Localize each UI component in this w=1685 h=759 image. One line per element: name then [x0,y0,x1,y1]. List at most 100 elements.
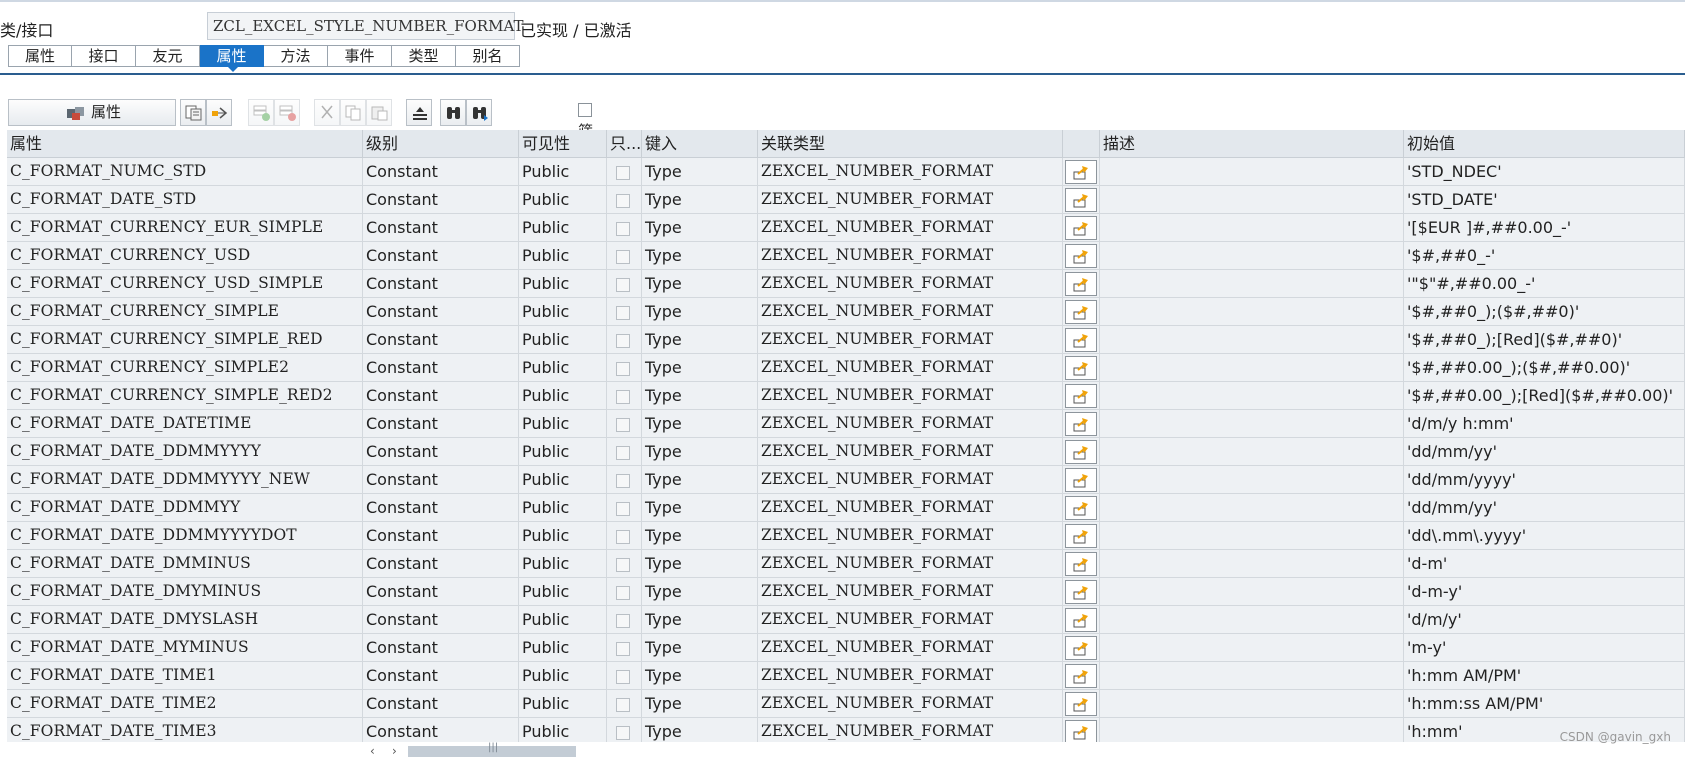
table-row[interactable]: C_FORMAT_CURRENCY_SIMPLE Constant Public Ty… [7,298,1685,326]
typing-cell[interactable]: Type [642,326,758,354]
description-cell[interactable] [1100,662,1404,690]
attribute-name-cell[interactable]: C_FORMAT_DATE_DATETIME [7,410,363,438]
visibility-cell[interactable]: Public [519,718,607,742]
level-cell[interactable]: Constant [363,410,519,438]
cut-button[interactable] [314,99,340,126]
description-cell[interactable] [1100,186,1404,214]
inheritance-button[interactable] [206,99,232,126]
description-cell[interactable] [1100,522,1404,550]
table-row[interactable]: C_FORMAT_DATE_DDMMYYYYDOT Constant Public T… [7,522,1685,550]
initial-value-cell[interactable]: 'm-y' [1404,634,1685,662]
initial-value-cell[interactable]: 'd-m' [1404,550,1685,578]
visibility-cell[interactable]: Public [519,410,607,438]
table-row[interactable]: C_FORMAT_DATE_DDMMYYYY_NEW Constant Public… [7,466,1685,494]
initial-value-cell[interactable]: 'h:mm AM/PM' [1404,662,1685,690]
typing-cell[interactable]: Type [642,158,758,186]
visibility-cell[interactable]: Public [519,326,607,354]
assoc-type-cell[interactable]: ZEXCEL_NUMBER_FORMAT [758,606,1063,634]
paste-button[interactable] [366,99,392,126]
navigate-type-button[interactable] [1065,664,1097,688]
table-row[interactable]: C_FORMAT_DATE_TIME3 Constant Public Type ZEX… [7,718,1685,742]
navigate-type-button[interactable] [1065,468,1097,492]
attribute-name-cell[interactable]: C_FORMAT_CURRENCY_SIMPLE2 [7,354,363,382]
typing-cell[interactable]: Type [642,662,758,690]
table-row[interactable]: C_FORMAT_DATE_DATETIME Constant Public Type… [7,410,1685,438]
attribute-name-cell[interactable]: C_FORMAT_DATE_DMYSLASH [7,606,363,634]
col-header-visibility[interactable]: 可见性 [519,130,607,158]
typing-cell[interactable]: Type [642,494,758,522]
navigate-type-button[interactable] [1065,188,1097,212]
attribute-name-cell[interactable]: C_FORMAT_CURRENCY_SIMPLE [7,298,363,326]
tab-methods[interactable]: 方法 [264,45,328,67]
typing-cell[interactable]: Type [642,298,758,326]
tab-interfaces[interactable]: 接口 [72,45,136,67]
typing-cell[interactable]: Type [642,186,758,214]
assoc-type-cell[interactable]: ZEXCEL_NUMBER_FORMAT [758,186,1063,214]
description-cell[interactable] [1100,494,1404,522]
visibility-cell[interactable]: Public [519,382,607,410]
typing-cell[interactable]: Type [642,214,758,242]
description-cell[interactable] [1100,382,1404,410]
readonly-checkbox[interactable] [616,558,630,572]
readonly-checkbox[interactable] [616,166,630,180]
delete-row-button[interactable] [274,99,300,126]
typing-cell[interactable]: Type [642,578,758,606]
assoc-type-cell[interactable]: ZEXCEL_NUMBER_FORMAT [758,690,1063,718]
filter-checkbox[interactable] [578,103,592,117]
level-cell[interactable]: Constant [363,522,519,550]
description-cell[interactable] [1100,690,1404,718]
table-row[interactable]: C_FORMAT_CURRENCY_SIMPLE2 Constant Public T… [7,354,1685,382]
visibility-cell[interactable]: Public [519,186,607,214]
table-row[interactable]: C_FORMAT_NUMC_STD Constant Public Type ZEXCE… [7,158,1685,186]
find-button[interactable] [440,99,466,126]
visibility-cell[interactable]: Public [519,158,607,186]
table-row[interactable]: C_FORMAT_DATE_TIME1 Constant Public Type ZEX… [7,662,1685,690]
level-cell[interactable]: Constant [363,214,519,242]
attribute-name-cell[interactable]: C_FORMAT_CURRENCY_USD [7,242,363,270]
typing-cell[interactable]: Type [642,606,758,634]
visibility-cell[interactable]: Public [519,270,607,298]
detail-view-button[interactable] [180,99,206,126]
readonly-checkbox[interactable] [616,418,630,432]
typing-cell[interactable]: Type [642,550,758,578]
horizontal-scrollbar[interactable]: ‹ › ||| [340,742,1685,759]
navigate-type-button[interactable] [1065,552,1097,576]
table-row[interactable]: C_FORMAT_CURRENCY_USD_SIMPLE Constant Publ… [7,270,1685,298]
description-cell[interactable] [1100,410,1404,438]
typing-cell[interactable]: Type [642,438,758,466]
typing-cell[interactable]: Type [642,354,758,382]
initial-value-cell[interactable]: 'd/m/y h:mm' [1404,410,1685,438]
scroll-thumb[interactable]: ||| [408,742,576,757]
table-row[interactable]: C_FORMAT_DATE_STD Constant Public Type ZEXCE… [7,186,1685,214]
initial-value-cell[interactable]: 'STD_DATE' [1404,186,1685,214]
navigate-type-button[interactable] [1065,692,1097,716]
typing-cell[interactable]: Type [642,466,758,494]
readonly-checkbox[interactable] [616,194,630,208]
col-header-assoc-type[interactable]: 关联类型 [758,130,1063,158]
initial-value-cell[interactable]: 'dd/mm/yy' [1404,438,1685,466]
description-cell[interactable] [1100,158,1404,186]
col-header-level[interactable]: 级别 [363,130,519,158]
readonly-checkbox[interactable] [616,586,630,600]
navigate-type-button[interactable] [1065,636,1097,660]
typing-cell[interactable]: Type [642,522,758,550]
tab-properties[interactable]: 属性 [8,45,72,67]
level-cell[interactable]: Constant [363,634,519,662]
table-row[interactable]: C_FORMAT_DATE_MYMINUS Constant Public Type Z… [7,634,1685,662]
attribute-name-cell[interactable]: C_FORMAT_DATE_MYMINUS [7,634,363,662]
typing-cell[interactable]: Type [642,242,758,270]
level-cell[interactable]: Constant [363,382,519,410]
assoc-type-cell[interactable]: ZEXCEL_NUMBER_FORMAT [758,326,1063,354]
navigate-type-button[interactable] [1065,328,1097,352]
attribute-name-cell[interactable]: C_FORMAT_CURRENCY_SIMPLE_RED2 [7,382,363,410]
level-cell[interactable]: Constant [363,186,519,214]
assoc-type-cell[interactable]: ZEXCEL_NUMBER_FORMAT [758,634,1063,662]
typing-cell[interactable]: Type [642,382,758,410]
tab-events[interactable]: 事件 [328,45,392,67]
attribute-name-cell[interactable]: C_FORMAT_DATE_DMMINUS [7,550,363,578]
level-cell[interactable]: Constant [363,662,519,690]
description-cell[interactable] [1100,214,1404,242]
navigate-type-button[interactable] [1065,216,1097,240]
initial-value-cell[interactable]: 'STD_NDEC' [1404,158,1685,186]
typing-cell[interactable]: Type [642,270,758,298]
